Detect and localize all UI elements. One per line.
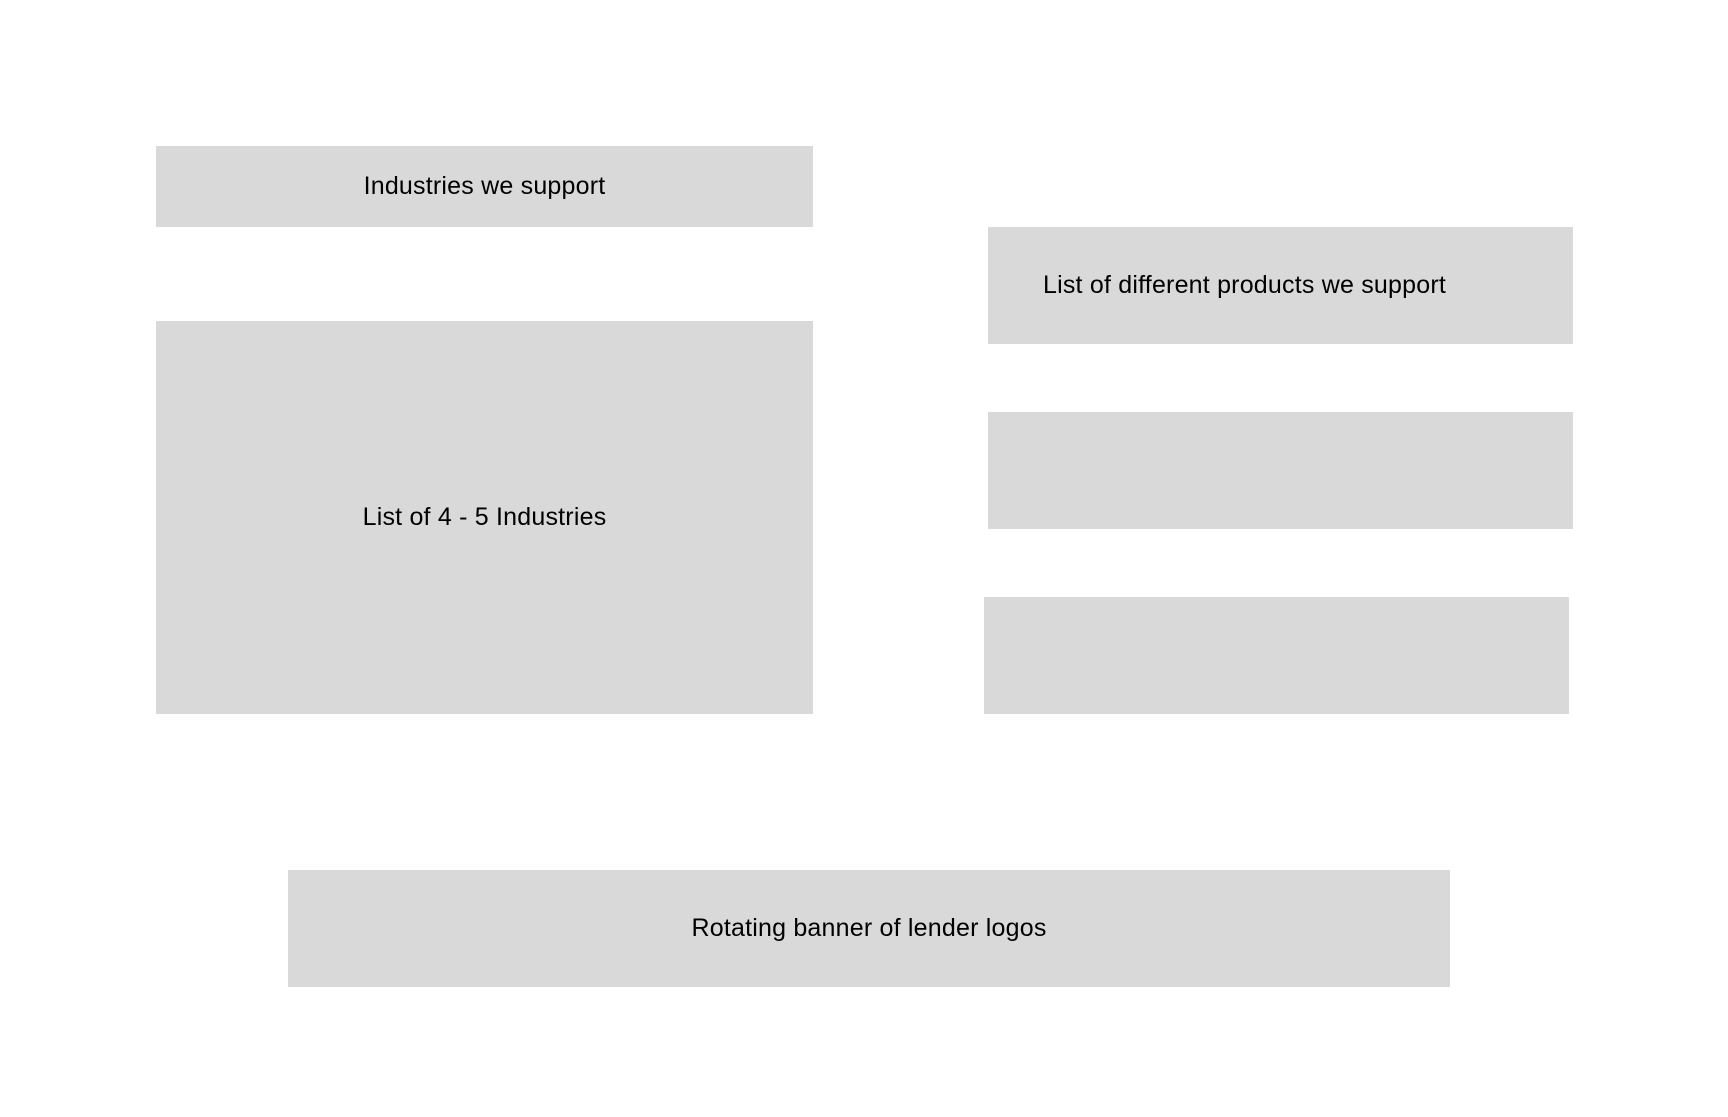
products-list-block: List of different products we support [988, 227, 1573, 344]
industries-header-label: Industries we support [363, 172, 606, 200]
industries-header-block: Industries we support [156, 146, 813, 227]
product-placeholder-block [988, 412, 1573, 529]
lender-logos-banner-block: Rotating banner of lender logos [288, 870, 1450, 987]
industries-list-block: List of 4 - 5 Industries [156, 321, 813, 714]
lender-logos-banner-label: Rotating banner of lender logos [691, 914, 1047, 942]
products-list-label: List of different products we support [1043, 271, 1446, 299]
industries-list-label: List of 4 - 5 Industries [362, 503, 607, 531]
product-placeholder-block [984, 597, 1569, 714]
